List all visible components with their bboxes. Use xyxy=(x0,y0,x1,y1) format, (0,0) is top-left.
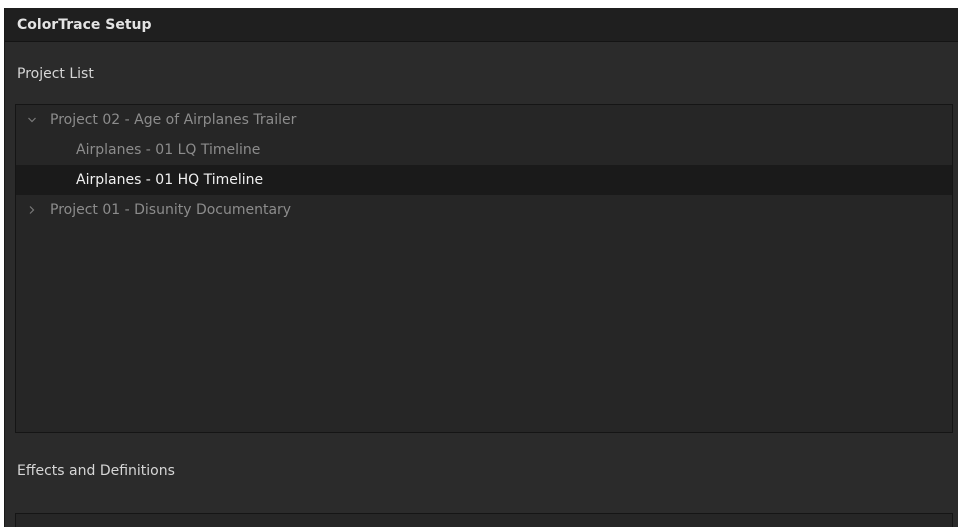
chevron-right-icon[interactable] xyxy=(24,205,40,215)
tree-item-label: Airplanes - 01 HQ Timeline xyxy=(76,172,264,188)
tree-item-project-02[interactable]: Project 02 - Age of Airplanes Trailer xyxy=(16,105,952,135)
project-list-label: Project List xyxy=(17,66,94,82)
tree-item-label: Project 01 - Disunity Documentary xyxy=(50,202,292,218)
tree-item-label: Airplanes - 01 LQ Timeline xyxy=(76,142,261,158)
chevron-down-icon[interactable] xyxy=(24,115,40,125)
effects-and-definitions-label: Effects and Definitions xyxy=(17,463,175,479)
window-title: ColorTrace Setup xyxy=(5,8,958,42)
colortrace-setup-window: ColorTrace Setup Project List Project 02… xyxy=(4,8,958,527)
project-list-tree[interactable]: Project 02 - Age of Airplanes Trailer Ai… xyxy=(15,104,953,433)
effects-definitions-panel[interactable] xyxy=(15,513,953,527)
tree-item-label: Project 02 - Age of Airplanes Trailer xyxy=(50,112,297,128)
tree-item-timeline-hq[interactable]: Airplanes - 01 HQ Timeline xyxy=(16,165,952,195)
tree-item-timeline-lq[interactable]: Airplanes - 01 LQ Timeline xyxy=(16,135,952,165)
tree-item-project-01[interactable]: Project 01 - Disunity Documentary xyxy=(16,195,952,225)
